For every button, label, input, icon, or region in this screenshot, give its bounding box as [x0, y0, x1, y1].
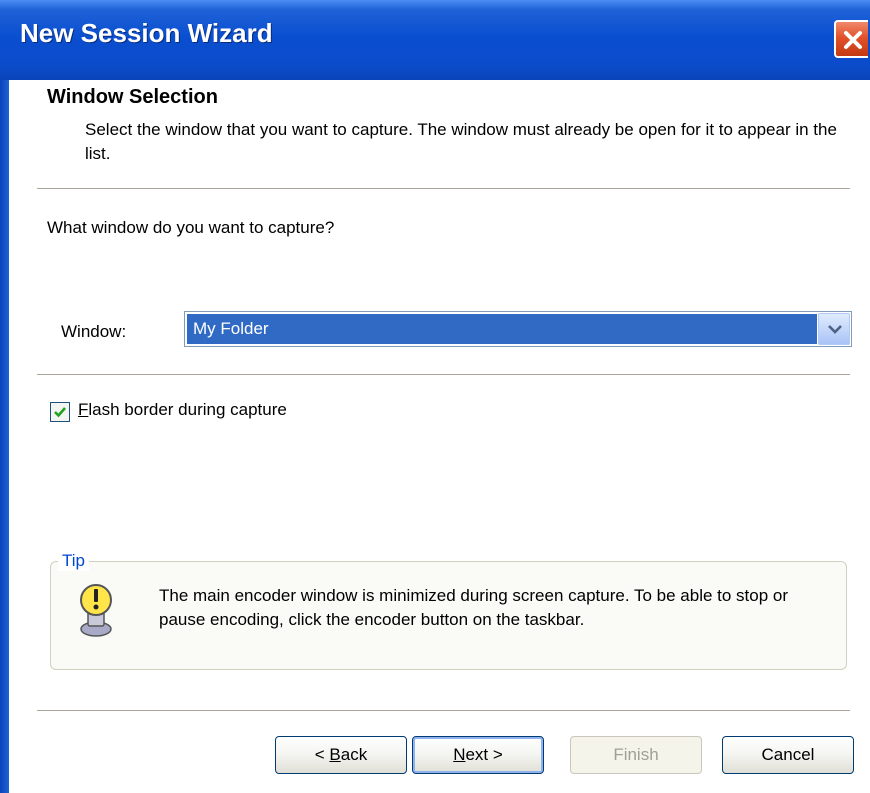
tip-legend: Tip	[58, 551, 89, 571]
footer-divider	[37, 710, 850, 712]
header-divider	[37, 188, 850, 190]
title-bar[interactable]: New Session Wizard	[0, 0, 870, 80]
window-select-value[interactable]: My Folder	[187, 314, 817, 344]
close-icon	[844, 31, 862, 49]
flash-border-label-text: lash border during capture	[88, 400, 287, 419]
checkmark-icon	[54, 407, 66, 418]
flash-border-accesskey: F	[78, 400, 89, 419]
close-button[interactable]	[834, 20, 868, 58]
window-dropdown-button[interactable]	[818, 313, 850, 345]
section-divider	[37, 374, 850, 376]
window-title: New Session Wizard	[20, 18, 273, 48]
lightbulb-warning-icon	[80, 584, 112, 637]
flash-border-label[interactable]: Flash border during capture	[78, 400, 287, 420]
flash-border-checkbox[interactable]	[50, 402, 70, 422]
back-button-accesskey: B	[329, 745, 341, 764]
next-button-label: ext >	[465, 745, 503, 764]
back-button[interactable]: < Back	[275, 736, 407, 774]
chevron-down-icon	[828, 325, 842, 334]
window-label: Window:	[61, 322, 127, 341]
next-button-accesskey: N	[453, 745, 466, 764]
capture-question: What window do you want to capture?	[47, 218, 335, 237]
page-description: Select the window that you want to captu…	[85, 120, 837, 163]
window-select[interactable]: My Folder	[184, 311, 852, 347]
next-button[interactable]: Next >	[412, 736, 544, 774]
wizard-content: Window Selection Select the window that …	[9, 80, 870, 793]
finish-button[interactable]: Finish	[570, 736, 702, 774]
cancel-button[interactable]: Cancel	[722, 736, 854, 774]
page-title: Window Selection	[47, 86, 218, 108]
window-frame	[0, 80, 9, 793]
back-button-label: ack	[340, 745, 368, 764]
tip-text: The main encoder window is minimized dur…	[159, 586, 789, 629]
back-button-prefix: <	[314, 745, 330, 764]
wizard-window: New Session Wizard Window Selection Sele…	[0, 0, 870, 793]
